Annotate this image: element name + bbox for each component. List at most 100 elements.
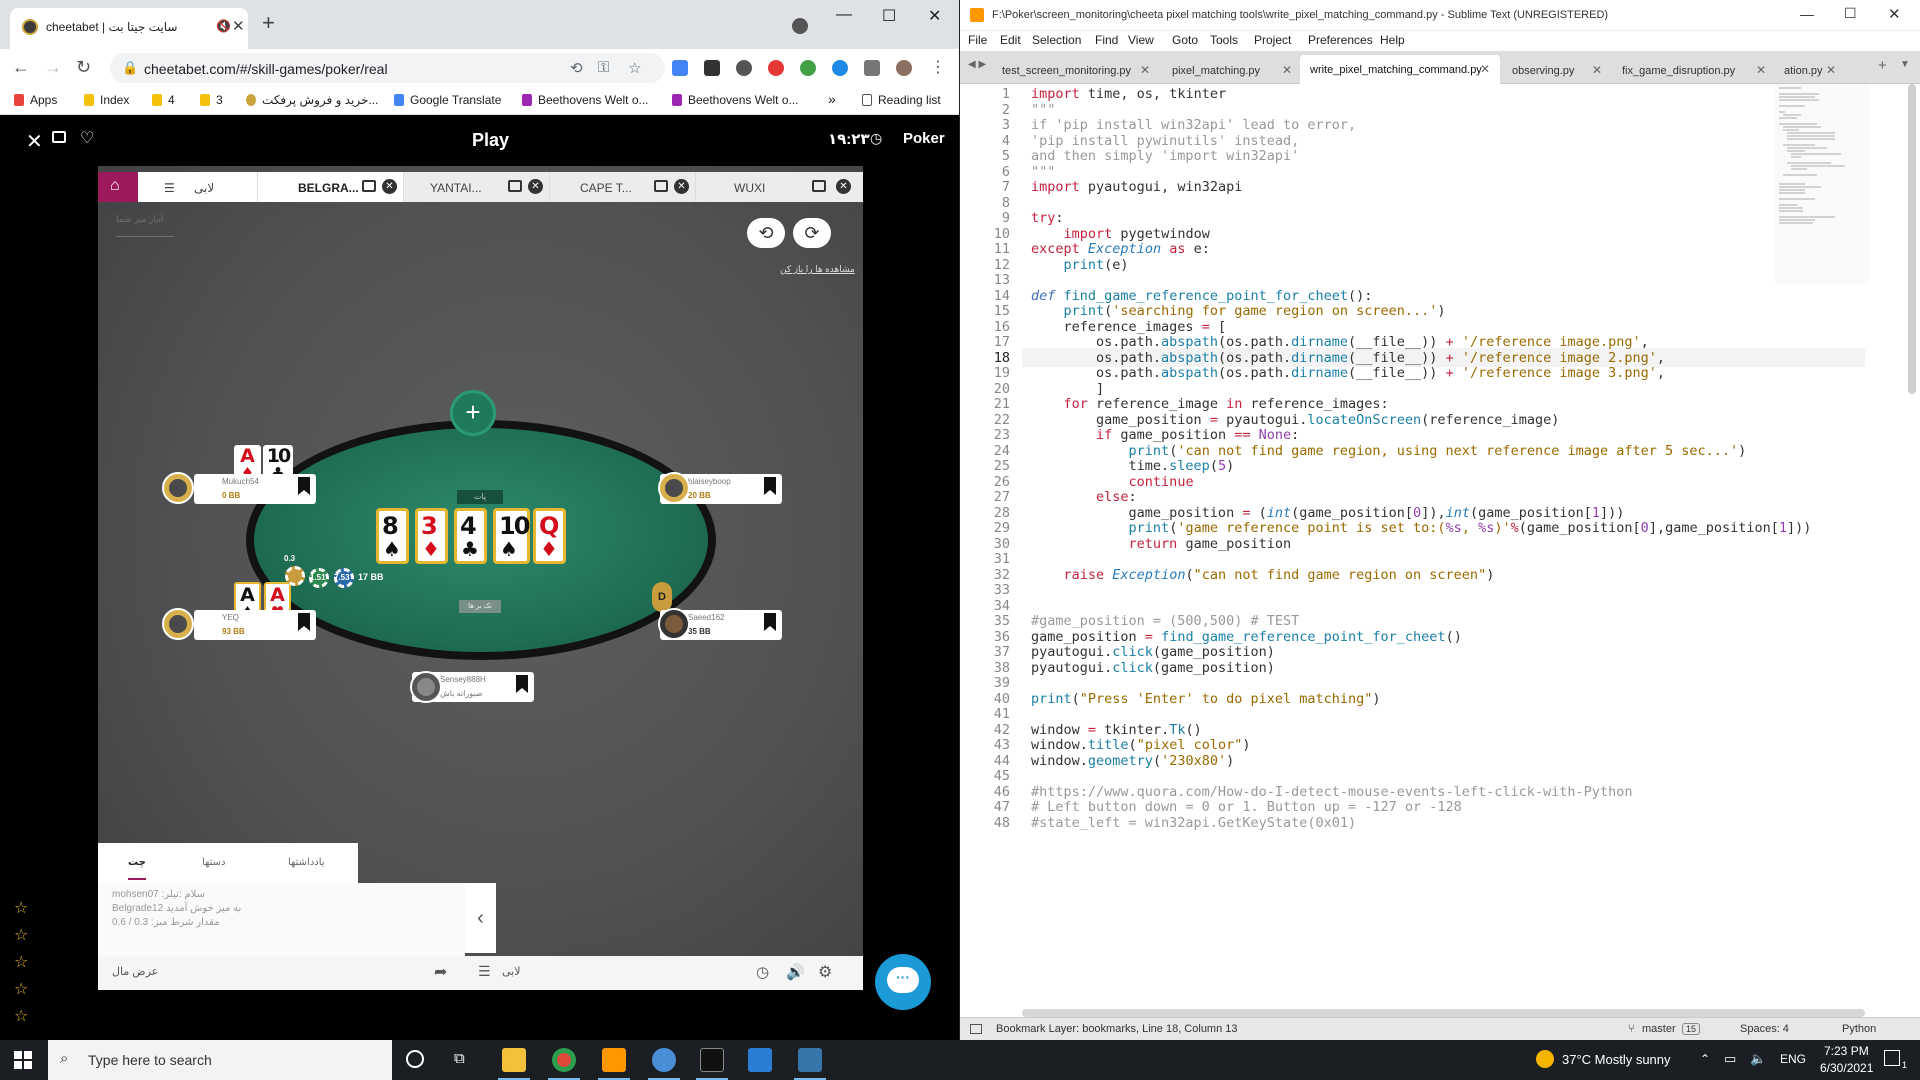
extension-icon[interactable] <box>832 60 848 76</box>
bookmark-item[interactable]: 4 <box>152 93 175 107</box>
code-line[interactable]: pyautogui.click(game_position) <box>1031 660 1275 676</box>
tab-chat[interactable]: چت <box>128 857 146 880</box>
menu-selection[interactable]: Selection <box>1032 33 1081 47</box>
extension-translate-icon[interactable] <box>672 60 688 76</box>
code-line[interactable]: #game_position = (500,500) # TEST <box>1031 613 1299 629</box>
bookmark-item[interactable]: Apps <box>14 93 57 107</box>
history-icon[interactable]: ◷ <box>756 963 769 981</box>
tab-lobby[interactable]: ☰ لابی <box>138 172 258 202</box>
chrome-icon[interactable] <box>552 1048 576 1072</box>
support-chat-button[interactable]: ··· <box>875 954 931 1010</box>
photos-icon[interactable] <box>748 1048 772 1072</box>
code-line[interactable]: if game_position == None: <box>1031 427 1299 443</box>
code-line[interactable]: continue <box>1031 474 1194 490</box>
notification-icon[interactable] <box>1884 1050 1900 1066</box>
new-tab-icon[interactable]: + <box>1878 57 1887 74</box>
popout-icon[interactable] <box>812 180 826 192</box>
bookmark-flag-icon[interactable] <box>764 477 776 495</box>
code-line[interactable]: and then simply 'import win32api' <box>1031 148 1299 164</box>
code-line[interactable]: ] <box>1031 381 1104 397</box>
extension-icon[interactable] <box>800 60 816 76</box>
code-line[interactable]: import pyautogui, win32api <box>1031 179 1242 195</box>
star-icon[interactable]: ☆ <box>14 1006 28 1026</box>
reload-icon[interactable]: ↻ <box>76 57 91 78</box>
share-icon[interactable]: ➦ <box>434 962 447 982</box>
editor-tab[interactable]: fix_game_disruption.py ✕ <box>1610 56 1774 84</box>
file-explorer-icon[interactable] <box>502 1048 526 1072</box>
code-line[interactable]: window.geometry('230x80') <box>1031 753 1234 769</box>
vertical-scrollbar[interactable] <box>1908 84 1916 394</box>
redo-button[interactable]: ⟳ <box>793 218 831 248</box>
menu-view[interactable]: View <box>1128 33 1154 47</box>
menu-edit[interactable]: Edit <box>1000 33 1021 47</box>
code-line[interactable]: os.path.abspath(os.path.dirname(__file__… <box>1031 334 1649 350</box>
address-bar[interactable]: 🔒 cheetabet.com/#/skill-games/poker/real… <box>110 53 665 83</box>
settings-gear-icon[interactable]: ⚙ <box>818 962 832 982</box>
menu-help[interactable]: Help <box>1380 33 1405 47</box>
favorite-heart-icon[interactable]: ♡ <box>80 128 94 148</box>
editor-tab[interactable]: observing.py ✕ <box>1500 56 1610 84</box>
code-line[interactable]: """ <box>1031 164 1055 180</box>
menu-tools[interactable]: Tools <box>1210 33 1238 47</box>
undo-button[interactable]: ⟲ <box>747 218 785 248</box>
translate-icon[interactable]: ⟲ <box>570 59 583 77</box>
extension-icon[interactable] <box>736 60 752 76</box>
minimize-icon[interactable]: — <box>836 6 852 24</box>
code-line[interactable]: print(e) <box>1031 257 1129 273</box>
language-indicator[interactable]: ENG <box>1780 1052 1806 1066</box>
tab-close-icon[interactable]: ✕ <box>1826 63 1836 77</box>
maximize-icon[interactable]: ☐ <box>1844 5 1857 22</box>
reading-list-button[interactable]: Reading list <box>862 93 941 107</box>
extension-icon[interactable] <box>704 60 720 76</box>
bookmark-item[interactable]: Beethovens Welt o... <box>672 93 799 107</box>
weather-sun-icon[interactable] <box>1536 1050 1554 1068</box>
editor-tab[interactable]: ation.py ✕ <box>1774 56 1844 84</box>
popout-icon[interactable] <box>362 180 376 192</box>
python-icon[interactable] <box>798 1048 822 1072</box>
code-line[interactable]: """ <box>1031 102 1055 118</box>
menu-goto[interactable]: Goto <box>1172 33 1198 47</box>
star-icon[interactable]: ☆ <box>14 952 28 972</box>
weather-text[interactable]: 37°C Mostly sunny <box>1562 1052 1671 1067</box>
code-line[interactable]: pyautogui.click(game_position) <box>1031 644 1275 660</box>
star-icon[interactable]: ☆ <box>14 898 28 918</box>
tab-close-icon[interactable]: ✕ <box>1480 62 1490 76</box>
seat-mukuch54[interactable]: Mukuch54 0 BB <box>194 474 316 504</box>
menu-project[interactable]: Project <box>1254 33 1291 47</box>
bookmark-item[interactable]: 3 <box>200 93 223 107</box>
star-icon[interactable]: ☆ <box>14 979 28 999</box>
close-game-icon[interactable]: ✕ <box>26 129 43 154</box>
code-line[interactable]: 'pip install pywinutils' instead, <box>1031 133 1299 149</box>
chat-collapse-button[interactable]: ‹ <box>465 883 496 953</box>
python-idle-icon[interactable] <box>652 1048 676 1072</box>
bookmark-item[interactable]: Google Translate <box>394 93 501 107</box>
code-line[interactable]: for reference_image in reference_images: <box>1031 396 1389 412</box>
code-line[interactable]: else: <box>1031 489 1137 505</box>
code-line[interactable]: import time, os, tkinter <box>1031 86 1226 102</box>
tab-notes[interactable]: یادداشتها <box>288 857 325 868</box>
popout-icon[interactable] <box>654 180 668 192</box>
code-line[interactable]: except Exception as e: <box>1031 241 1210 257</box>
extensions-puzzle-icon[interactable] <box>864 60 880 76</box>
menu-find[interactable]: Find <box>1095 33 1118 47</box>
tab-close-icon[interactable]: ✕ <box>1592 63 1602 77</box>
tab-search-icon[interactable] <box>792 18 808 34</box>
close-window-icon[interactable]: ✕ <box>928 6 941 26</box>
key-icon[interactable]: ⚿ <box>598 59 609 76</box>
code-line[interactable]: # Left button down = 0 or 1. Button up =… <box>1031 799 1462 815</box>
bookmark-item[interactable]: خرید و فروش پرفکت... <box>246 93 378 107</box>
watch-link[interactable]: مشاهده ها را باز کن <box>780 264 855 275</box>
code-line[interactable]: window = tkinter.Tk() <box>1031 722 1202 738</box>
bookmark-flag-icon[interactable] <box>764 613 776 631</box>
sublime-icon[interactable] <box>602 1048 626 1072</box>
code-line[interactable]: time.sleep(5) <box>1031 458 1235 474</box>
minimap[interactable] <box>1775 84 1870 284</box>
tab-close-icon[interactable]: ✕ <box>674 179 689 194</box>
seat-yeq[interactable]: YEQ 93 BB <box>194 610 316 640</box>
menu-kebab-icon[interactable]: ⋮ <box>930 57 946 77</box>
home-tab[interactable]: ⌂ <box>98 172 138 202</box>
tab-close-icon[interactable]: ✕ <box>382 179 397 194</box>
tab-belgrade[interactable]: BELGRA... ✕ <box>258 172 404 202</box>
code-line[interactable]: #https://www.quora.com/How-do-I-detect-m… <box>1031 784 1632 800</box>
editor-tab[interactable]: pixel_matching.py ✕ <box>1160 56 1300 84</box>
